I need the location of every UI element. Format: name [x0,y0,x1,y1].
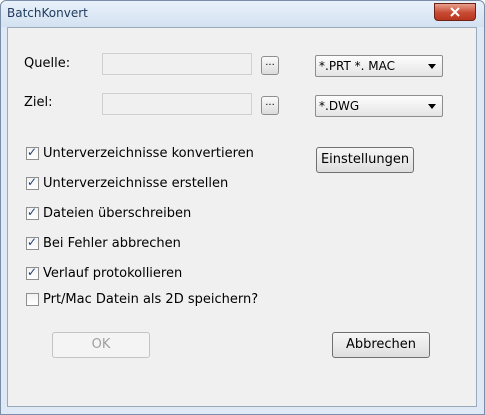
option-label: Unterverzeichnisse konvertieren [43,145,254,161]
option-checkbox[interactable]: ✓ [26,144,39,160]
option-row[interactable]: ✓ Bei Fehler abbrechen [26,235,181,251]
chevron-down-icon [428,104,436,109]
cancel-button[interactable]: Abbrechen [332,332,430,358]
option-checkbox[interactable]: ✓ [26,204,39,220]
close-button[interactable] [434,3,476,21]
option-checkbox[interactable] [26,292,39,306]
option-row[interactable]: ✓ Unterverzeichnisse erstellen [26,175,228,191]
ok-button[interactable]: OK [52,332,150,358]
target-label: Ziel: [24,95,53,110]
chevron-down-icon [428,64,436,69]
option-checkbox[interactable]: ✓ [26,264,39,280]
checkmark-icon: ✓ [27,264,38,279]
settings-button[interactable]: Einstellungen [316,147,414,173]
option-label: Prt/Mac Datein als 2D speichern? [43,291,259,307]
window-title: BatchKonvert [7,6,88,20]
option-row[interactable]: Prt/Mac Datein als 2D speichern? [26,291,258,307]
target-path-input[interactable] [102,93,252,115]
checkmark-icon: ✓ [27,144,38,159]
target-format-select[interactable]: *.DWG [315,95,443,117]
source-browse-button[interactable]: ... [261,56,279,75]
option-row[interactable]: ✓ Verlauf protokollieren [26,265,182,281]
target-format-value: *.DWG [319,99,360,113]
checkmark-icon: ✓ [27,204,38,219]
option-label: Bei Fehler abbrechen [43,235,181,251]
title-bar[interactable]: BatchKonvert [1,1,484,27]
option-row[interactable]: ✓ Unterverzeichnisse konvertieren [26,145,254,161]
batchkonvert-dialog: BatchKonvert Quelle: ... *.PRT *. MAC Zi… [0,0,485,415]
checkmark-icon: ✓ [27,234,38,249]
dialog-body: Quelle: ... *.PRT *. MAC Ziel: ... *.DWG… [7,27,477,407]
option-label: Unterverzeichnisse erstellen [43,175,229,191]
option-row[interactable]: ✓ Dateien überschreiben [26,205,191,221]
target-browse-button[interactable]: ... [261,96,279,115]
source-label: Quelle: [24,56,71,71]
option-label: Verlauf protokollieren [43,265,183,281]
source-filter-value: *.PRT *. MAC [319,59,396,73]
option-checkbox[interactable]: ✓ [26,174,39,190]
source-path-input[interactable] [102,53,252,75]
option-checkbox[interactable]: ✓ [26,234,39,250]
option-label: Dateien überschreiben [43,205,192,221]
checkmark-icon: ✓ [27,174,38,189]
close-icon [450,7,460,17]
source-filter-select[interactable]: *.PRT *. MAC [315,55,443,77]
